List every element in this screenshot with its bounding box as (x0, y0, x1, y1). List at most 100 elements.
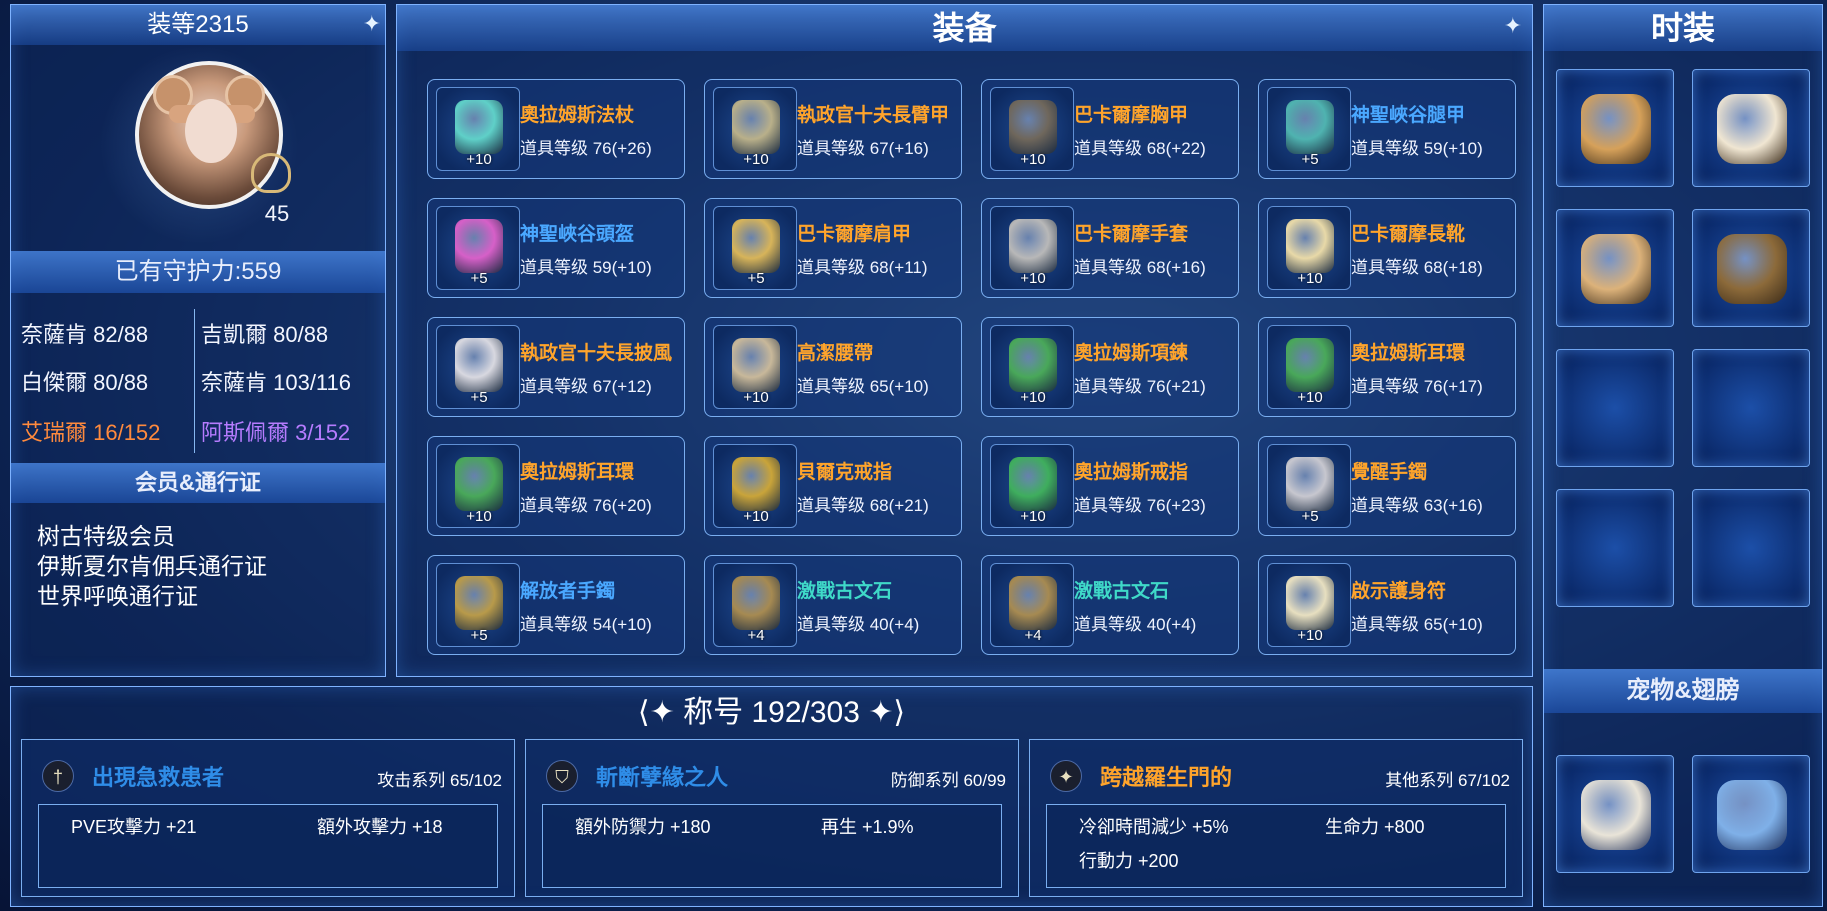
arrow-right-icon[interactable]: ✦⟩ (860, 696, 905, 729)
reputation-2: 白傑爾 80/88 (21, 370, 149, 395)
equipment-slot[interactable]: +4 激戰古文石 道具等级 40(+4) (704, 555, 962, 655)
enhance-level: +5 (747, 270, 765, 287)
equipment-slot[interactable]: +10 奧拉姆斯戒指 道具等级 76(+23) (981, 436, 1239, 536)
membership-item: 世界呼唤通行证 (37, 583, 198, 609)
equipment-thumb: +5 (1267, 87, 1351, 171)
fashion-slot[interactable] (1556, 349, 1674, 467)
pet-slot[interactable] (1556, 755, 1674, 873)
equipment-item-level: 道具等级 40(+4) (797, 615, 920, 634)
equipment-slot[interactable]: +10 貝爾克戒指 道具等级 68(+21) (704, 436, 962, 536)
helmet-icon (455, 219, 503, 273)
title-category: 攻击系列 65/102 (377, 771, 502, 790)
fashion-slot[interactable] (1556, 209, 1674, 327)
enhance-level: +10 (1020, 508, 1046, 525)
bear-staff-icon (1717, 234, 1787, 304)
equipment-panel: 装备 ✦ +10 奧拉姆斯法杖 道具等级 76(+26) +10 執政官十夫長臂甲 道具等… (396, 4, 1533, 677)
equipment-slot[interactable]: +10 巴卡爾摩長靴 道具等级 68(+18) (1258, 198, 1516, 298)
amulet-icon (1286, 576, 1334, 630)
equipment-item-level: 道具等级 68(+21) (797, 496, 929, 515)
fashion-slot[interactable] (1692, 69, 1810, 187)
reputation-5: 阿斯佩爾 3/152 (201, 420, 351, 445)
equipment-slot[interactable]: +10 啟示護身符 道具等级 65(+10) (1258, 555, 1516, 655)
fashion-slot[interactable] (1692, 489, 1810, 607)
equipment-thumb: +5 (436, 206, 520, 290)
equipment-slot[interactable]: +10 奧拉姆斯耳環 道具等级 76(+17) (1258, 317, 1516, 417)
equipment-slot[interactable]: +10 巴卡爾摩胸甲 道具等级 68(+22) (981, 79, 1239, 179)
equipment-item-level: 道具等级 68(+22) (1074, 139, 1206, 158)
equipment-thumb: +10 (990, 206, 1074, 290)
title-name: 出現急救患者 (92, 765, 225, 790)
staff-icon (455, 100, 503, 154)
enhance-level: +10 (466, 508, 492, 525)
title-card[interactable]: † 出現急救患者 攻击系列 65/102 PVE攻擊力 +21 額外攻擊力 +18 (21, 739, 515, 897)
equipment-item-level: 道具等级 76(+21) (1074, 377, 1206, 396)
fashion-slot[interactable] (1556, 69, 1674, 187)
equipment-name: 執政官十夫長臂甲 (797, 105, 950, 126)
equipment-thumb: +4 (990, 563, 1074, 647)
sparkle-icon: ✦ (1503, 13, 1522, 38)
bracelet-icon (455, 576, 503, 630)
title-name: 斬斷孽緣之人 (596, 765, 729, 790)
ring-icon (1009, 457, 1057, 511)
title-stat: 行動力 +200 (1079, 851, 1179, 871)
titles-count: 称号 192/303 (683, 696, 860, 729)
equipment-name: 貝爾克戒指 (797, 462, 893, 483)
equipment-item-level: 道具等级 67(+12) (520, 377, 652, 396)
shoes-icon (1581, 94, 1651, 164)
equipment-name: 啟示護身符 (1351, 581, 1447, 602)
equipment-item-level: 道具等级 76(+17) (1351, 377, 1483, 396)
equipment-thumb: +10 (436, 87, 520, 171)
equipment-slot[interactable]: +5 神聖峽谷頭盔 道具等级 59(+10) (427, 198, 685, 298)
title-stat: 額外防禦力 +180 (575, 817, 711, 837)
sparkle-icon: ✦ (362, 11, 381, 36)
fashion-title: 时装 (1544, 5, 1822, 51)
equipment-slot[interactable]: +10 巴卡爾摩手套 道具等级 68(+16) (981, 198, 1239, 298)
equipment-name: 巴卡爾摩胸甲 (1074, 105, 1189, 126)
pet-icon (1581, 780, 1651, 850)
equipment-slot[interactable]: +4 激戰古文石 道具等级 40(+4) (981, 555, 1239, 655)
title-stat: 冷卻時間減少 +5% (1079, 817, 1229, 837)
arrow-left-icon[interactable]: ⟨✦ (638, 696, 683, 729)
wings-slot[interactable] (1692, 755, 1810, 873)
equipment-name: 奧拉姆斯法杖 (520, 105, 635, 126)
equipment-item-level: 道具等级 40(+4) (1074, 615, 1197, 634)
equipment-slot[interactable]: +10 執政官十夫長臂甲 道具等级 67(+16) (704, 79, 962, 179)
enhance-level: +10 (1020, 270, 1046, 287)
reputation-4: 艾瑞爾 16/152 (21, 420, 161, 445)
equipment-slot[interactable]: +10 奧拉姆斯項鍊 道具等级 76(+21) (981, 317, 1239, 417)
equipment-slot[interactable]: +10 奧拉姆斯法杖 道具等级 76(+26) (427, 79, 685, 179)
equipment-item-level: 道具等级 68(+16) (1074, 258, 1206, 277)
equipment-thumb: +10 (1267, 206, 1351, 290)
enhance-level: +5 (470, 627, 488, 644)
equipment-slot[interactable]: +5 覺醒手鐲 道具等级 63(+16) (1258, 436, 1516, 536)
equipment-item-level: 道具等级 67(+16) (797, 139, 929, 158)
equipment-slot[interactable]: +10 高潔腰帶道具等级 65(+10) (704, 317, 962, 417)
titles-panel: ⟨✦ 称号 192/303 ✦⟩ † 出現急救患者 攻击系列 65/102 PVE攻擊… (10, 686, 1533, 907)
equipment-item-level: 道具等级 76(+26) (520, 139, 652, 158)
equipment-title: 装备 (397, 5, 1532, 51)
fashion-slot[interactable] (1692, 209, 1810, 327)
enhance-level: +5 (470, 389, 488, 406)
equipment-name: 高潔腰帶 (797, 343, 874, 364)
fashion-slot[interactable] (1556, 489, 1674, 607)
chest-armor-icon (1009, 100, 1057, 154)
avatar-face (185, 99, 237, 163)
title-card[interactable]: ✦ 跨越羅生門的 其他系列 67/102 冷卻時間減少 +5% 生命力 +800 行動力 … (1029, 739, 1523, 897)
equipment-name: 巴卡爾摩肩甲 (797, 224, 912, 245)
fashion-slot[interactable] (1692, 349, 1810, 467)
sword-icon: † (42, 760, 74, 792)
equipment-name: 奧拉姆斯戒指 (1074, 462, 1189, 483)
equipment-name: 激戰古文石 (797, 581, 893, 602)
title-card[interactable]: ⛉ 斬斷孽緣之人 防御系列 60/99 額外防禦力 +180 再生 +1.9% (525, 739, 1019, 897)
equipment-slot[interactable]: +5 執政官十夫長披風 道具等级 67(+12) (427, 317, 685, 417)
equipment-slot[interactable]: +10 奧拉姆斯耳環 道具等级 76(+20) (427, 436, 685, 536)
enhance-level: +10 (743, 389, 769, 406)
character-panel: 装等2315 ✦ 45 已有守护力:559 奈薩肯 82/88 吉凱爾 80/8… (10, 4, 386, 677)
earring-icon (455, 457, 503, 511)
equipment-slot[interactable]: +5 解放者手鐲 道具等级 54(+10) (427, 555, 685, 655)
equipment-slot[interactable]: +5 神聖峽谷腿甲 道具等级 59(+10) (1258, 79, 1516, 179)
pet-wings-title: 宠物&翅膀 (1544, 669, 1822, 713)
title-stats-box: 冷卻時間減少 +5% 生命力 +800 行動力 +200 (1046, 804, 1506, 888)
equipment-slot[interactable]: +5 巴卡爾摩肩甲 道具等级 68(+11) (704, 198, 962, 298)
equipment-item-level: 道具等级 65(+10) (797, 377, 929, 396)
